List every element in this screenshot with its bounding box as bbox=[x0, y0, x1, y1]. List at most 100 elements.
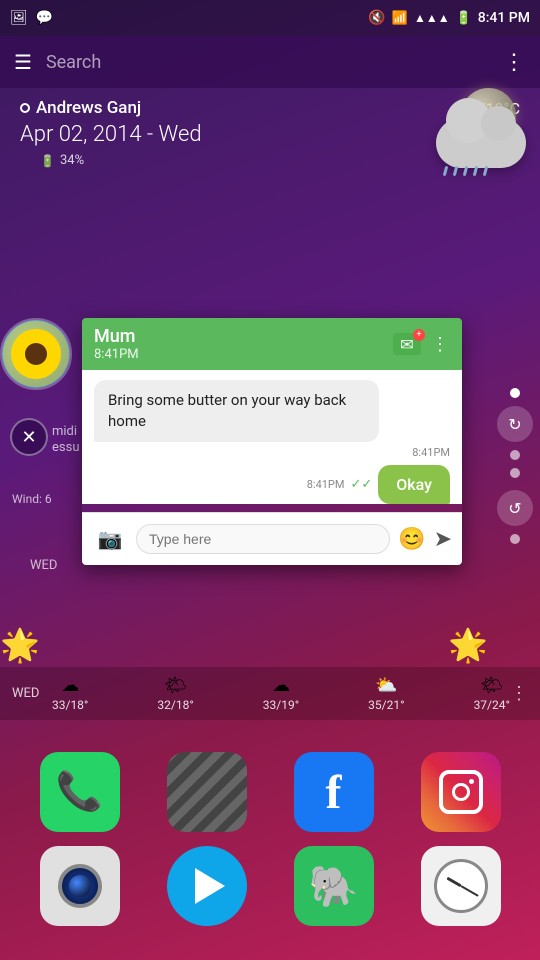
signal-icon: ▲▲▲ bbox=[414, 11, 450, 25]
wed-label: WED bbox=[30, 558, 57, 573]
received-message-bubble: Bring some butter on your way back home bbox=[94, 380, 379, 442]
camera-inner-lens bbox=[69, 875, 91, 897]
overflow-text-pressure: essu bbox=[52, 440, 79, 455]
overflow-text-midi: midi bbox=[52, 424, 77, 439]
play-app-icon[interactable] bbox=[167, 846, 247, 926]
plus-badge: + bbox=[413, 329, 425, 341]
sender-name: Mum bbox=[94, 326, 139, 347]
weather-day-item-1: 🌤 32/18° bbox=[157, 675, 193, 712]
close-button[interactable]: ✕ bbox=[10, 418, 48, 456]
rain-drop bbox=[483, 166, 488, 176]
status-bar: 🖼 💬 🔇 📶 ▲▲▲ 🔋 8:41 PM bbox=[0, 0, 540, 36]
bottom-weather-strip: WED ☁ 33/18° 🌤 32/18° ☁ 33/19° ⛅ 35/21° … bbox=[0, 667, 540, 720]
weather-more-icon[interactable]: ⋮ bbox=[510, 683, 528, 704]
sunflower-icon bbox=[11, 329, 61, 379]
weather-day-items: ☁ 33/18° 🌤 32/18° ☁ 33/19° ⛅ 35/21° 🌤 37… bbox=[52, 675, 510, 712]
whatsapp-phone-icon: 📞 bbox=[56, 770, 103, 814]
message-input-row: 📷 😊 ➤ bbox=[82, 512, 462, 565]
weather-mini-temp-4: 37/24° bbox=[474, 698, 510, 712]
photo-icon: 🖼 bbox=[10, 10, 28, 26]
clock-app-icon[interactable] bbox=[421, 846, 501, 926]
facebook-app-icon[interactable]: f bbox=[294, 752, 374, 832]
instagram-app-icon[interactable] bbox=[421, 752, 501, 832]
cloud-icon bbox=[436, 118, 526, 168]
sent-message-bubble: Okay bbox=[378, 465, 450, 504]
battery-small-icon: 🔋 bbox=[40, 154, 55, 168]
status-time: 8:41 PM bbox=[478, 10, 530, 26]
clock-hour-hand bbox=[446, 877, 461, 888]
camera-lens-icon bbox=[58, 864, 102, 908]
status-left-icons: 🖼 💬 bbox=[10, 10, 53, 26]
evernote-logo-icon: 🐘 bbox=[309, 863, 359, 910]
received-time: 8:41PM bbox=[94, 446, 450, 459]
star-icon-right: 🌟 bbox=[448, 626, 488, 664]
instagram-lens bbox=[452, 783, 470, 801]
weather-mini-icon-1: 🌤 bbox=[164, 675, 187, 696]
weather-day-item-2: ☁ 33/19° bbox=[263, 675, 299, 712]
wifi-icon: 📶 bbox=[392, 11, 408, 26]
notification-header: Mum 8:41PM + ⋮ bbox=[82, 318, 462, 370]
rain-drops bbox=[444, 166, 487, 176]
weather-icon-area bbox=[416, 88, 526, 178]
day-label: WED bbox=[12, 686, 52, 701]
notification-card: Mum 8:41PM + ⋮ Bring some butter on your… bbox=[82, 318, 462, 565]
refresh-button[interactable]: ↻ bbox=[497, 406, 533, 442]
side-strip: ↻ ↺ bbox=[490, 380, 540, 552]
app-grid: 📞 f 🐘 bbox=[0, 752, 540, 940]
weather-mini-temp-3: 35/21° bbox=[368, 698, 404, 712]
reload-button[interactable]: ↺ bbox=[497, 490, 533, 526]
weather-mini-temp-0: 33/18° bbox=[52, 698, 88, 712]
avatar bbox=[0, 318, 72, 390]
app-row-2: 🐘 bbox=[16, 846, 524, 926]
rain-drop bbox=[453, 166, 458, 176]
weather-day-item-0: ☁ 33/18° bbox=[52, 675, 88, 712]
instagram-dot bbox=[469, 779, 474, 784]
side-dot-1 bbox=[510, 388, 520, 398]
mute-icon: 🔇 bbox=[368, 10, 385, 26]
sent-message-row: 8:41PM ✓✓ Okay bbox=[94, 465, 450, 504]
notification-body: Bring some butter on your way back home … bbox=[82, 370, 462, 504]
evernote-app-icon[interactable]: 🐘 bbox=[294, 846, 374, 926]
weather-mini-icon-3: ⛅ bbox=[375, 675, 397, 696]
weather-mini-temp-2: 33/19° bbox=[263, 698, 299, 712]
location-dot-icon bbox=[20, 103, 30, 113]
clock-minute-hand bbox=[460, 885, 478, 897]
camera-attach-button[interactable]: 📷 bbox=[92, 521, 128, 557]
side-dot-3 bbox=[510, 468, 520, 478]
weather-mini-icon-4: 🌤 bbox=[480, 675, 503, 696]
stripes-app-icon[interactable] bbox=[167, 752, 247, 832]
weather-day-item-4: 🌤 37/24° bbox=[474, 675, 510, 712]
app-row-1: 📞 f bbox=[16, 752, 524, 832]
weather-section: Andrews Ganj 34/19°C Apr 02, 2014 - Wed … bbox=[0, 88, 540, 172]
battery-percentage: 34% bbox=[60, 153, 84, 168]
notification-header-icons: + ⋮ bbox=[393, 333, 450, 355]
battery-icon: 🔋 bbox=[456, 11, 472, 26]
camera-app-icon[interactable] bbox=[40, 846, 120, 926]
top-bar: ☰ Search ⋮ bbox=[0, 36, 540, 88]
search-input[interactable]: Search bbox=[46, 52, 503, 73]
clock-face-icon bbox=[434, 859, 488, 913]
notification-time: 8:41PM bbox=[94, 347, 139, 362]
sunflower-center bbox=[25, 343, 47, 365]
stripe-pattern bbox=[167, 752, 247, 832]
side-dot-4 bbox=[510, 534, 520, 544]
email-compose-button[interactable]: + bbox=[393, 333, 421, 355]
notification-header-left: Mum 8:41PM bbox=[94, 326, 139, 362]
facebook-f-icon: f bbox=[326, 765, 342, 820]
rain-drop bbox=[473, 166, 478, 176]
message-input[interactable] bbox=[136, 524, 390, 554]
message-icon: 💬 bbox=[36, 10, 53, 26]
weather-day-item-3: ⛅ 35/21° bbox=[368, 675, 404, 712]
whatsapp-app-icon[interactable]: 📞 bbox=[40, 752, 120, 832]
emoji-button[interactable]: 😊 bbox=[398, 527, 425, 552]
wind-label: Wind: 6 bbox=[12, 492, 52, 506]
hamburger-menu-icon[interactable]: ☰ bbox=[14, 50, 32, 74]
rain-drop bbox=[443, 166, 448, 176]
more-options-icon[interactable]: ⋮ bbox=[503, 50, 526, 75]
sent-time: 8:41PM bbox=[307, 478, 345, 491]
weather-mini-temp-1: 32/18° bbox=[157, 698, 193, 712]
send-button[interactable]: ➤ bbox=[434, 527, 452, 552]
notification-menu-icon[interactable]: ⋮ bbox=[431, 334, 450, 355]
side-dot-2 bbox=[510, 450, 520, 460]
location-name: Andrews Ganj bbox=[20, 98, 141, 118]
